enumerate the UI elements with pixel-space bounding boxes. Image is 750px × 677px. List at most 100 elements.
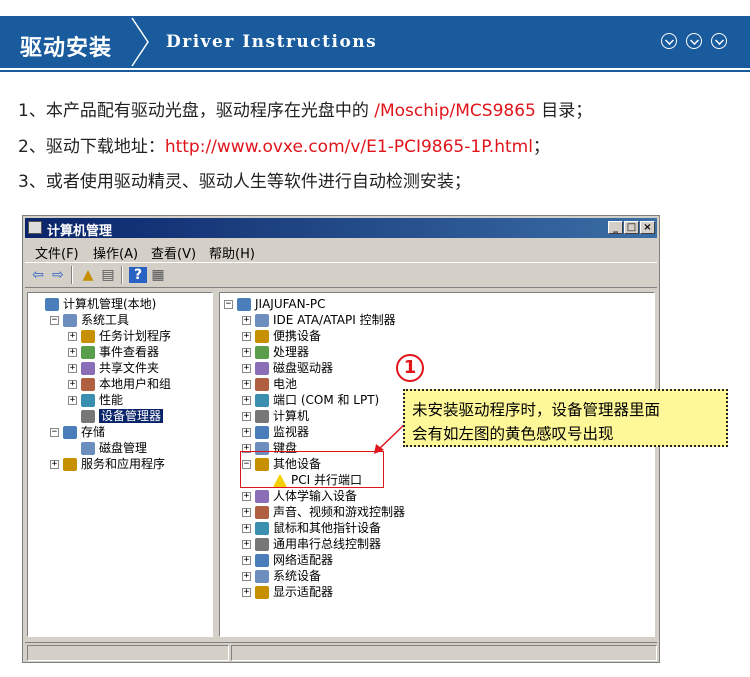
console-tree-pane: 计算机管理(本地) − 系统工具 + 任务计划程序 + 事件查看器 + 共享文件夹 + 本地用户和组… [27,292,213,637]
instruction-1-text: 1、本产品配有驱动光盘，驱动程序在光盘中的 [18,101,375,121]
device-icon [255,378,269,391]
tree-node[interactable]: + 人体学输入设备 [242,488,357,504]
device-icon [255,554,269,567]
expand-icon[interactable]: + [242,524,251,533]
tree-node[interactable]: + IDE ATA/ATAPI 控制器 [242,312,396,328]
collapse-icon[interactable]: − [224,300,233,309]
expand-icon[interactable]: + [68,364,77,373]
menu-view[interactable]: 查看(V) [151,243,196,262]
show-hide-tree-icon[interactable]: ▤ [99,267,117,283]
window-title: 计算机管理 [47,224,113,239]
menu-action[interactable]: 操作(A) [93,243,138,262]
tree-node[interactable]: + 计算机 [242,408,309,424]
toolbar-separator [121,266,123,284]
tree-node-label: 通用串行总线控制器 [273,537,382,551]
tree-node[interactable]: + 任务计划程序 [68,328,171,344]
device-icon [81,330,95,343]
tree-node-label: 服务和应用程序 [81,457,166,471]
help-icon[interactable]: ? [129,267,147,283]
expand-icon[interactable]: + [50,460,59,469]
tree-node[interactable]: 磁盘管理 [68,440,147,456]
maximize-button[interactable]: □ [624,221,639,234]
tree-node[interactable]: 计算机管理(本地) [32,296,156,312]
expand-icon[interactable]: + [242,316,251,325]
tree-node-label: 监视器 [273,425,310,439]
callout-box: 未安装驱动程序时，设备管理器里面 会有如左图的黄色感叹号出现 [403,389,728,447]
expand-icon[interactable]: + [242,540,251,549]
tree-node[interactable]: + 网络适配器 [242,552,333,568]
expand-icon[interactable]: + [242,396,251,405]
other-devices-highlight-box [240,451,384,488]
instruction-2-suffix: ； [532,137,550,157]
device-icon [255,586,269,599]
up-folder-icon[interactable]: ▲ [79,267,97,283]
tree-node[interactable]: + 磁盘驱动器 [242,360,333,376]
expand-icon[interactable]: + [242,412,251,421]
expand-icon[interactable]: + [242,380,251,389]
instruction-3: 3、或者使用驱动精灵、驱动人生等软件进行自动检测安装； [18,167,471,192]
tree-node-label: 共享文件夹 [99,361,160,375]
device-icon [63,426,77,439]
device-icon [237,298,251,311]
tree-node[interactable]: + 系统设备 [242,568,321,584]
tree-node[interactable]: + 事件查看器 [68,344,159,360]
tree-node-label: 鼠标和其他指针设备 [273,521,382,535]
tree-node[interactable]: − 存储 [50,424,105,440]
tree-node[interactable]: + 服务和应用程序 [50,456,165,472]
device-icon [81,346,95,359]
expand-icon[interactable]: + [242,588,251,597]
header-title-cn: 驱动安装 [20,36,113,61]
expand-icon[interactable]: + [242,556,251,565]
tree-node[interactable]: + 电池 [242,376,297,392]
tree-node-label: 计算机 [273,409,310,423]
tree-node[interactable]: − JIAJUFAN-PC [224,296,326,312]
device-icon [45,298,59,311]
tree-node[interactable]: + 共享文件夹 [68,360,159,376]
tree-node[interactable]: + 处理器 [242,344,309,360]
tree-node[interactable]: + 性能 [68,392,123,408]
tree-node[interactable]: + 端口 (COM 和 LPT) [242,392,379,408]
expand-icon[interactable]: + [242,364,251,373]
computer-management-icon [28,221,42,234]
expand-icon[interactable]: + [242,572,251,581]
window-titlebar: 计算机管理 _ □ × [25,218,657,239]
back-arrow-icon[interactable]: ⇦ [29,267,47,283]
chevron-down-icon [711,33,727,49]
tree-node[interactable]: − 系统工具 [50,312,129,328]
tree-node[interactable]: + 鼠标和其他指针设备 [242,520,381,536]
properties-icon[interactable]: ▦ [149,267,167,283]
expand-icon[interactable]: + [242,332,251,341]
minimize-button[interactable]: _ [608,221,623,234]
expand-icon[interactable]: + [242,492,251,501]
expand-icon[interactable]: + [68,348,77,357]
tree-node[interactable]: 设备管理器 [68,408,164,424]
expand-icon[interactable]: + [68,396,77,405]
instruction-3-text: 3、或者使用驱动精灵、驱动人生等软件进行自动检测安装； [18,172,471,192]
collapse-icon[interactable]: − [50,428,59,437]
tree-node[interactable]: + 显示适配器 [242,584,333,600]
forward-arrow-icon[interactable]: ⇨ [49,267,67,283]
tree-node[interactable]: + 监视器 [242,424,309,440]
expand-icon[interactable]: + [242,428,251,437]
expand-icon[interactable]: + [242,508,251,517]
close-button[interactable]: × [640,221,655,234]
driver-download-link[interactable]: http://www.ovxe.com/v/E1-PCI9865-1P.html [165,137,533,157]
tree-node-label: 系统设备 [273,569,322,583]
tree-node[interactable]: + 通用串行总线控制器 [242,536,381,552]
device-icon [81,410,95,423]
menu-help[interactable]: 帮助(H) [209,243,255,262]
expand-icon[interactable]: + [68,332,77,341]
tree-node-label: 磁盘驱动器 [273,361,334,375]
expand-icon[interactable]: + [242,348,251,357]
tree-node[interactable]: + 本地用户和组 [68,376,171,392]
expand-icon[interactable]: + [68,380,77,389]
menu-file[interactable]: 文件(F) [35,243,79,262]
callout-line-2: 会有如左图的黄色感叹号出现 [412,425,614,443]
tree-node[interactable]: + 声音、视频和游戏控制器 [242,504,405,520]
tree-node[interactable]: + 便携设备 [242,328,321,344]
tree-node-label: 设备管理器 [99,409,164,423]
status-cell [27,645,229,661]
collapse-icon[interactable]: − [50,316,59,325]
device-icon [255,426,269,439]
device-icon [63,314,77,327]
